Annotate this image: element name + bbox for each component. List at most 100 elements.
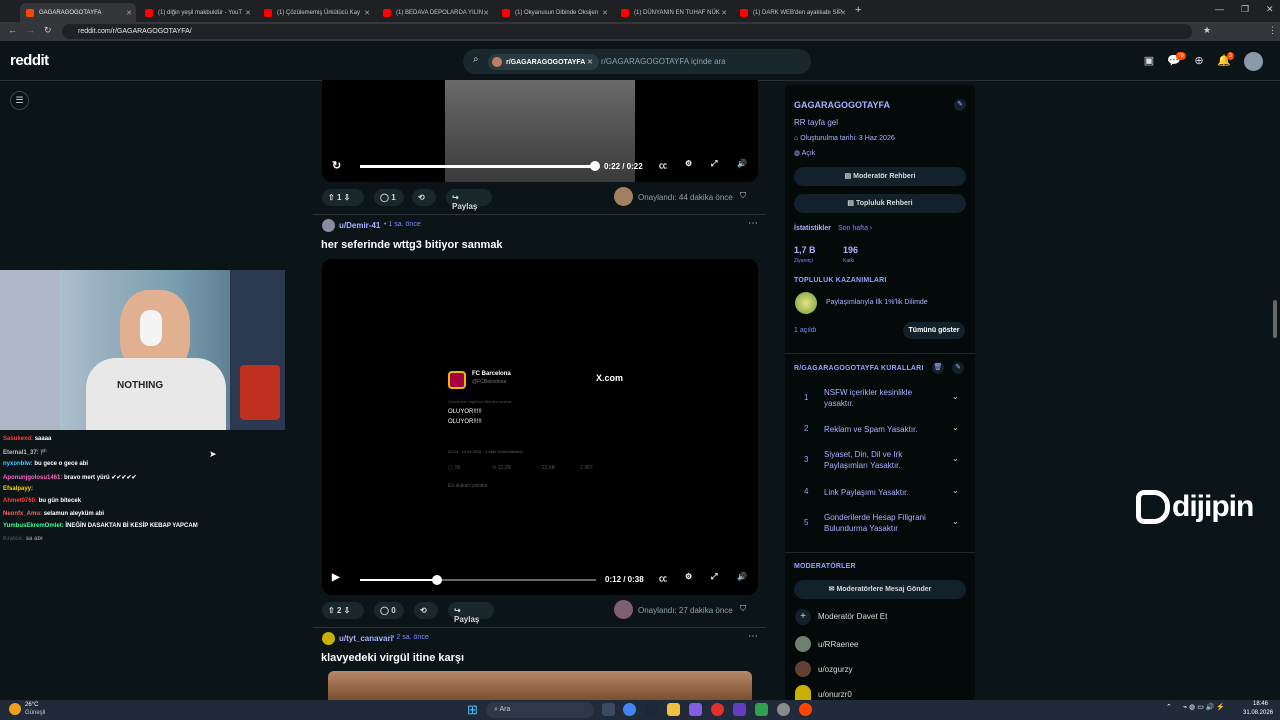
close-tab-icon[interactable]: ✕ <box>126 9 132 17</box>
edit-pencil-icon[interactable]: ✎ <box>954 99 966 111</box>
settings-gear-icon[interactable] <box>777 703 790 716</box>
mod-guide-button[interactable]: ▤ Moderatör Rehberi <box>794 167 966 186</box>
mod-username[interactable]: u/onurzr0 <box>818 690 852 700</box>
message-mods-button[interactable]: ✉ Moderatörlere Mesaj Gönder <box>794 580 966 599</box>
author-avatar[interactable] <box>322 219 335 232</box>
mod-shield-icon[interactable]: ⛉ <box>740 604 746 614</box>
post-thumbnail[interactable] <box>328 671 752 700</box>
close-tab-icon[interactable]: ✕ <box>602 9 608 17</box>
app-icon[interactable] <box>733 703 746 716</box>
browser-tab[interactable]: (1) Okyanusun Dibinde Oksijen ✕ <box>496 3 612 22</box>
user-avatar[interactable] <box>1244 52 1263 71</box>
crosspost-button[interactable]: ⟲ <box>412 189 436 206</box>
rule-item[interactable]: 3 Siyaset, Din, Dil ve Irk Paylaşımları Y… <box>794 449 964 471</box>
create-post-icon[interactable]: ⊕ <box>1192 54 1206 68</box>
video-progress-bar[interactable] <box>360 165 594 168</box>
post-title[interactable]: klavyedeki virgül itine karşı <box>321 652 464 664</box>
maximize-icon[interactable]: ❐ <box>1241 4 1249 15</box>
share-button[interactable]: ↪ Paylaş <box>446 189 492 211</box>
volume-icon[interactable]: 🔊 <box>737 159 747 168</box>
close-tab-icon[interactable]: ✕ <box>364 9 370 17</box>
reddit-logo[interactable]: reddit <box>10 52 49 69</box>
play-icon[interactable]: ▶ <box>332 572 340 583</box>
replay-icon[interactable]: ↻ <box>332 159 341 172</box>
browser-tab[interactable]: (1) BEDAVA DEPOLARDA YILIN ✕ <box>377 3 493 22</box>
reload-icon[interactable]: ↻ <box>44 25 52 36</box>
ads-icon[interactable]: ▣ <box>1142 54 1156 68</box>
video-progress-thumb[interactable] <box>432 575 442 585</box>
app-icon[interactable] <box>711 703 724 716</box>
weather-temp[interactable]: 26°C <box>25 702 38 708</box>
file-explorer-icon[interactable] <box>667 703 680 716</box>
close-tab-icon[interactable]: ✕ <box>721 9 727 17</box>
stats-period-link[interactable]: Son hafta › <box>838 225 872 232</box>
settings-gear-icon[interactable]: ⚙ <box>685 572 692 581</box>
crosspost-button[interactable]: ⟲ <box>414 602 438 619</box>
window-close-icon[interactable]: ✕ <box>1266 4 1274 15</box>
forward-icon[interactable]: → <box>26 25 35 35</box>
new-tab-button[interactable]: + <box>855 4 861 16</box>
mod-shield-icon[interactable]: ⛉ <box>740 191 746 201</box>
video-progress-thumb[interactable] <box>590 161 600 171</box>
search-input[interactable]: r/GAGARAGOGOTAYFA içinde ara <box>601 57 726 66</box>
volume-icon[interactable]: 🔊 <box>737 572 747 581</box>
browser-tab[interactable]: (1) DÜNYANIN EN TUHAF NÜK ✕ <box>615 3 731 22</box>
tray-icons[interactable]: ⌁ ◍ ▭ 🔊 ⚡ <box>1183 703 1225 711</box>
browser-tab[interactable]: (1) diğin yeşil makbuldür - YouT ✕ <box>139 3 255 22</box>
page-scrollbar[interactable] <box>1273 300 1277 338</box>
subreddit-search-chip[interactable]: r/GAGARAGOGOTAYFA ✕ <box>488 54 599 70</box>
menu-kebab-icon[interactable]: ⋮ <box>1268 25 1277 36</box>
browser-tab[interactable]: GAGARAGOGOTAYFA ✕ <box>20 3 136 22</box>
video-progress-bar[interactable] <box>360 579 436 581</box>
app-icon[interactable] <box>799 703 812 716</box>
mod-username[interactable]: u/RRaenee <box>818 640 858 649</box>
tray-chevron-icon[interactable]: ⌃ <box>1166 703 1172 711</box>
url-input[interactable]: reddit.com/r/GAGARAGOGOTAYFA/ <box>62 24 1192 39</box>
minimize-icon[interactable]: — <box>1215 4 1224 14</box>
settings-gear-icon[interactable]: ⚙ <box>685 159 692 168</box>
delete-icon[interactable]: 🗑 <box>932 362 944 374</box>
post-title[interactable]: her seferinde wttg3 bitiyor sanmak <box>321 239 503 251</box>
captions-icon[interactable]: ㏄ <box>659 573 667 584</box>
edit-pencil-icon[interactable]: ✎ <box>952 362 964 374</box>
rule-item[interactable]: 2 Reklam ve Spam Yasaktır. ⌄ <box>794 423 964 436</box>
plus-icon[interactable]: + <box>795 609 811 625</box>
steam-icon[interactable] <box>645 703 658 716</box>
comments-button[interactable]: ◯ 0 <box>374 602 404 619</box>
hamburger-menu-icon[interactable]: ☰ <box>10 91 29 110</box>
post-author[interactable]: u/tyt_canavari <box>339 634 393 643</box>
comments-button[interactable]: ◯ 1 <box>374 189 404 206</box>
community-guide-button[interactable]: ▤ Topluluk Rehberi <box>794 194 966 213</box>
app-icon[interactable] <box>689 703 702 716</box>
post-author[interactable]: u/Demir-41 <box>339 221 380 230</box>
weather-desc[interactable]: Güneşli <box>25 710 45 716</box>
show-all-button[interactable]: Tümünü göster <box>903 322 965 339</box>
mod-username[interactable]: u/ozgurzy <box>818 665 853 674</box>
fullscreen-icon[interactable]: ⤢ <box>711 572 717 582</box>
clock-date[interactable]: 31.08.2026 <box>1243 710 1273 716</box>
vote-buttons[interactable]: ⇧ 1 ⇩ <box>322 189 364 206</box>
rule-item[interactable]: 5 Gonderilerde Hesap Filigrani Bulundurma… <box>794 512 964 534</box>
rule-item[interactable]: 4 Link Paylaşımı Yasaktır. ⌄ <box>794 486 964 499</box>
windows-start-icon[interactable]: ⊞ <box>467 702 478 718</box>
author-avatar[interactable] <box>322 632 335 645</box>
app-icon[interactable] <box>755 703 768 716</box>
clock-time[interactable]: 18:46 <box>1253 701 1268 707</box>
close-tab-icon[interactable]: ✕ <box>245 9 251 17</box>
close-tab-icon[interactable]: ✕ <box>483 9 489 17</box>
taskbar-search[interactable]: ⌕ Ara <box>486 702 594 718</box>
video-player[interactable]: ↻ 0:22 / 0:22 ㏄ ⚙ ⤢ 🔊 <box>322 80 758 182</box>
back-icon[interactable]: ← <box>8 25 17 35</box>
bookmark-star-icon[interactable]: ★ <box>1203 25 1211 36</box>
rule-item[interactable]: 1 NSFW içerikler kesinlikle yasaktır. ⌄ <box>794 387 964 409</box>
share-button[interactable]: ↪ Paylaş <box>448 602 494 624</box>
invite-mod-link[interactable]: Moderatör Davet Et <box>818 612 887 621</box>
fullscreen-icon[interactable]: ⤢ <box>711 159 717 169</box>
task-view-icon[interactable] <box>602 703 615 716</box>
close-tab-icon[interactable]: ✕ <box>840 9 846 17</box>
browser-tab[interactable]: (1) Çözülememiş Ürkütücü Kay ✕ <box>258 3 374 22</box>
chrome-icon[interactable] <box>623 703 636 716</box>
post-more-icon[interactable]: ⋯ <box>748 218 758 229</box>
post-more-icon[interactable]: ⋯ <box>748 631 758 642</box>
vote-buttons[interactable]: ⇧ 2 ⇩ <box>322 602 364 619</box>
